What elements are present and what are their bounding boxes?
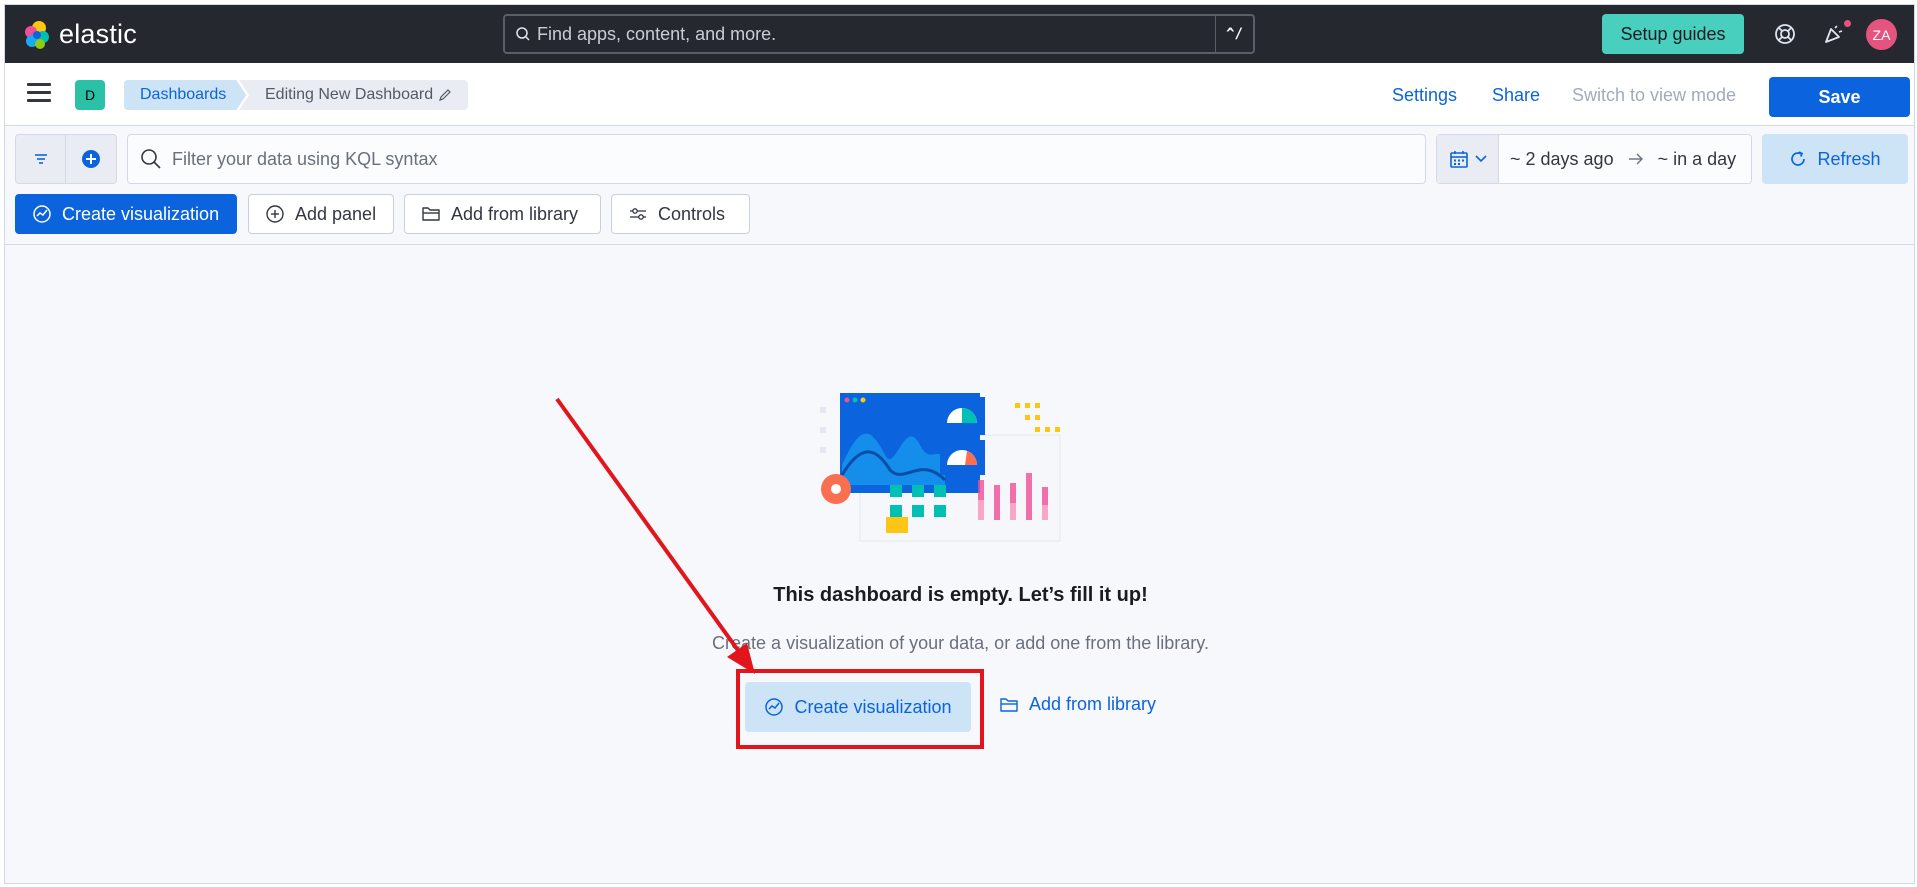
empty-state-title: This dashboard is empty. Let’s fill it u… bbox=[773, 584, 1148, 606]
add-filter-button[interactable] bbox=[66, 135, 116, 183]
elastic-logo[interactable]: elastic bbox=[23, 19, 137, 50]
dashboard-illustration bbox=[820, 393, 1061, 542]
filter-menu-button[interactable] bbox=[16, 135, 67, 183]
settings-link[interactable]: Settings bbox=[1392, 85, 1457, 106]
add-panel-label: Add panel bbox=[295, 203, 377, 224]
search-icon bbox=[141, 149, 161, 169]
toolbar-create-visualization-button[interactable]: Create visualization bbox=[15, 194, 237, 234]
top-header: elastic ^/ Setup guides bbox=[5, 5, 1914, 63]
search-icon bbox=[516, 27, 530, 41]
breadcrumb-current[interactable]: Editing New Dashboard bbox=[239, 80, 469, 110]
filter-controls bbox=[15, 134, 117, 184]
plus-in-circle-icon bbox=[266, 205, 284, 223]
kql-query-bar[interactable] bbox=[127, 134, 1426, 184]
date-start[interactable]: ~ 2 days ago bbox=[1510, 149, 1614, 170]
quick-menu-button[interactable] bbox=[1437, 135, 1499, 183]
folder-icon bbox=[1000, 697, 1018, 712]
pencil-icon bbox=[439, 89, 451, 101]
plus-circle-icon bbox=[82, 150, 100, 168]
filter-icon bbox=[34, 154, 47, 164]
visualize-icon bbox=[33, 205, 51, 223]
kql-input[interactable] bbox=[172, 148, 1372, 170]
setup-guides-button[interactable]: Setup guides bbox=[1602, 14, 1744, 54]
controls-button[interactable]: Controls bbox=[611, 194, 750, 234]
highlight-annotation-box bbox=[736, 669, 984, 749]
refresh-icon bbox=[1791, 151, 1806, 166]
calendar-icon bbox=[1449, 151, 1468, 168]
empty-add-from-library-link[interactable]: Add from library bbox=[999, 694, 1156, 715]
breadcrumb-dashboards[interactable]: Dashboards bbox=[124, 80, 246, 110]
app-navbar: D Dashboards Editing New Dashboard Setti… bbox=[5, 63, 1914, 126]
toolbar-divider bbox=[5, 244, 1914, 245]
controls-icon bbox=[630, 208, 646, 220]
date-end[interactable]: ~ in a day bbox=[1658, 149, 1737, 170]
empty-add-from-library-label: Add from library bbox=[1029, 694, 1157, 714]
refresh-button[interactable]: Refresh bbox=[1762, 134, 1908, 184]
logo-text: elastic bbox=[59, 19, 137, 49]
empty-state-subtitle: Create a visualization of your data, or … bbox=[712, 633, 1209, 653]
save-button[interactable]: Save bbox=[1769, 77, 1910, 117]
help-icon[interactable] bbox=[1772, 21, 1798, 47]
switch-to-view-mode-link[interactable]: Switch to view mode bbox=[1572, 85, 1736, 106]
controls-label: Controls bbox=[658, 203, 726, 224]
share-link[interactable]: Share bbox=[1492, 85, 1540, 106]
toolbar-add-from-library-button[interactable]: Add from library bbox=[404, 194, 601, 234]
global-search[interactable]: ^/ bbox=[503, 14, 1255, 54]
arrow-right-icon bbox=[1628, 153, 1643, 165]
search-input[interactable] bbox=[537, 23, 1197, 45]
chevron-down-icon bbox=[1474, 155, 1487, 163]
toolbar-add-from-library-label: Add from library bbox=[451, 203, 579, 224]
add-panel-button[interactable]: Add panel bbox=[248, 194, 394, 234]
breadcrumb-current-label: Editing New Dashboard bbox=[265, 86, 434, 103]
app-frame: elastic ^/ Setup guides bbox=[4, 4, 1915, 884]
refresh-label: Refresh bbox=[1817, 148, 1881, 169]
space-avatar[interactable]: D bbox=[75, 80, 105, 110]
toolbar-create-visualization-label: Create visualization bbox=[62, 203, 220, 224]
user-avatar[interactable]: ZA bbox=[1866, 19, 1897, 50]
notification-dot bbox=[1842, 18, 1853, 29]
date-picker: ~ 2 days ago ~ in a day bbox=[1436, 134, 1752, 184]
folder-icon bbox=[422, 207, 440, 221]
menu-icon[interactable] bbox=[27, 83, 51, 103]
elastic-logo-icon bbox=[25, 20, 49, 49]
search-shortcut: ^/ bbox=[1215, 16, 1253, 52]
